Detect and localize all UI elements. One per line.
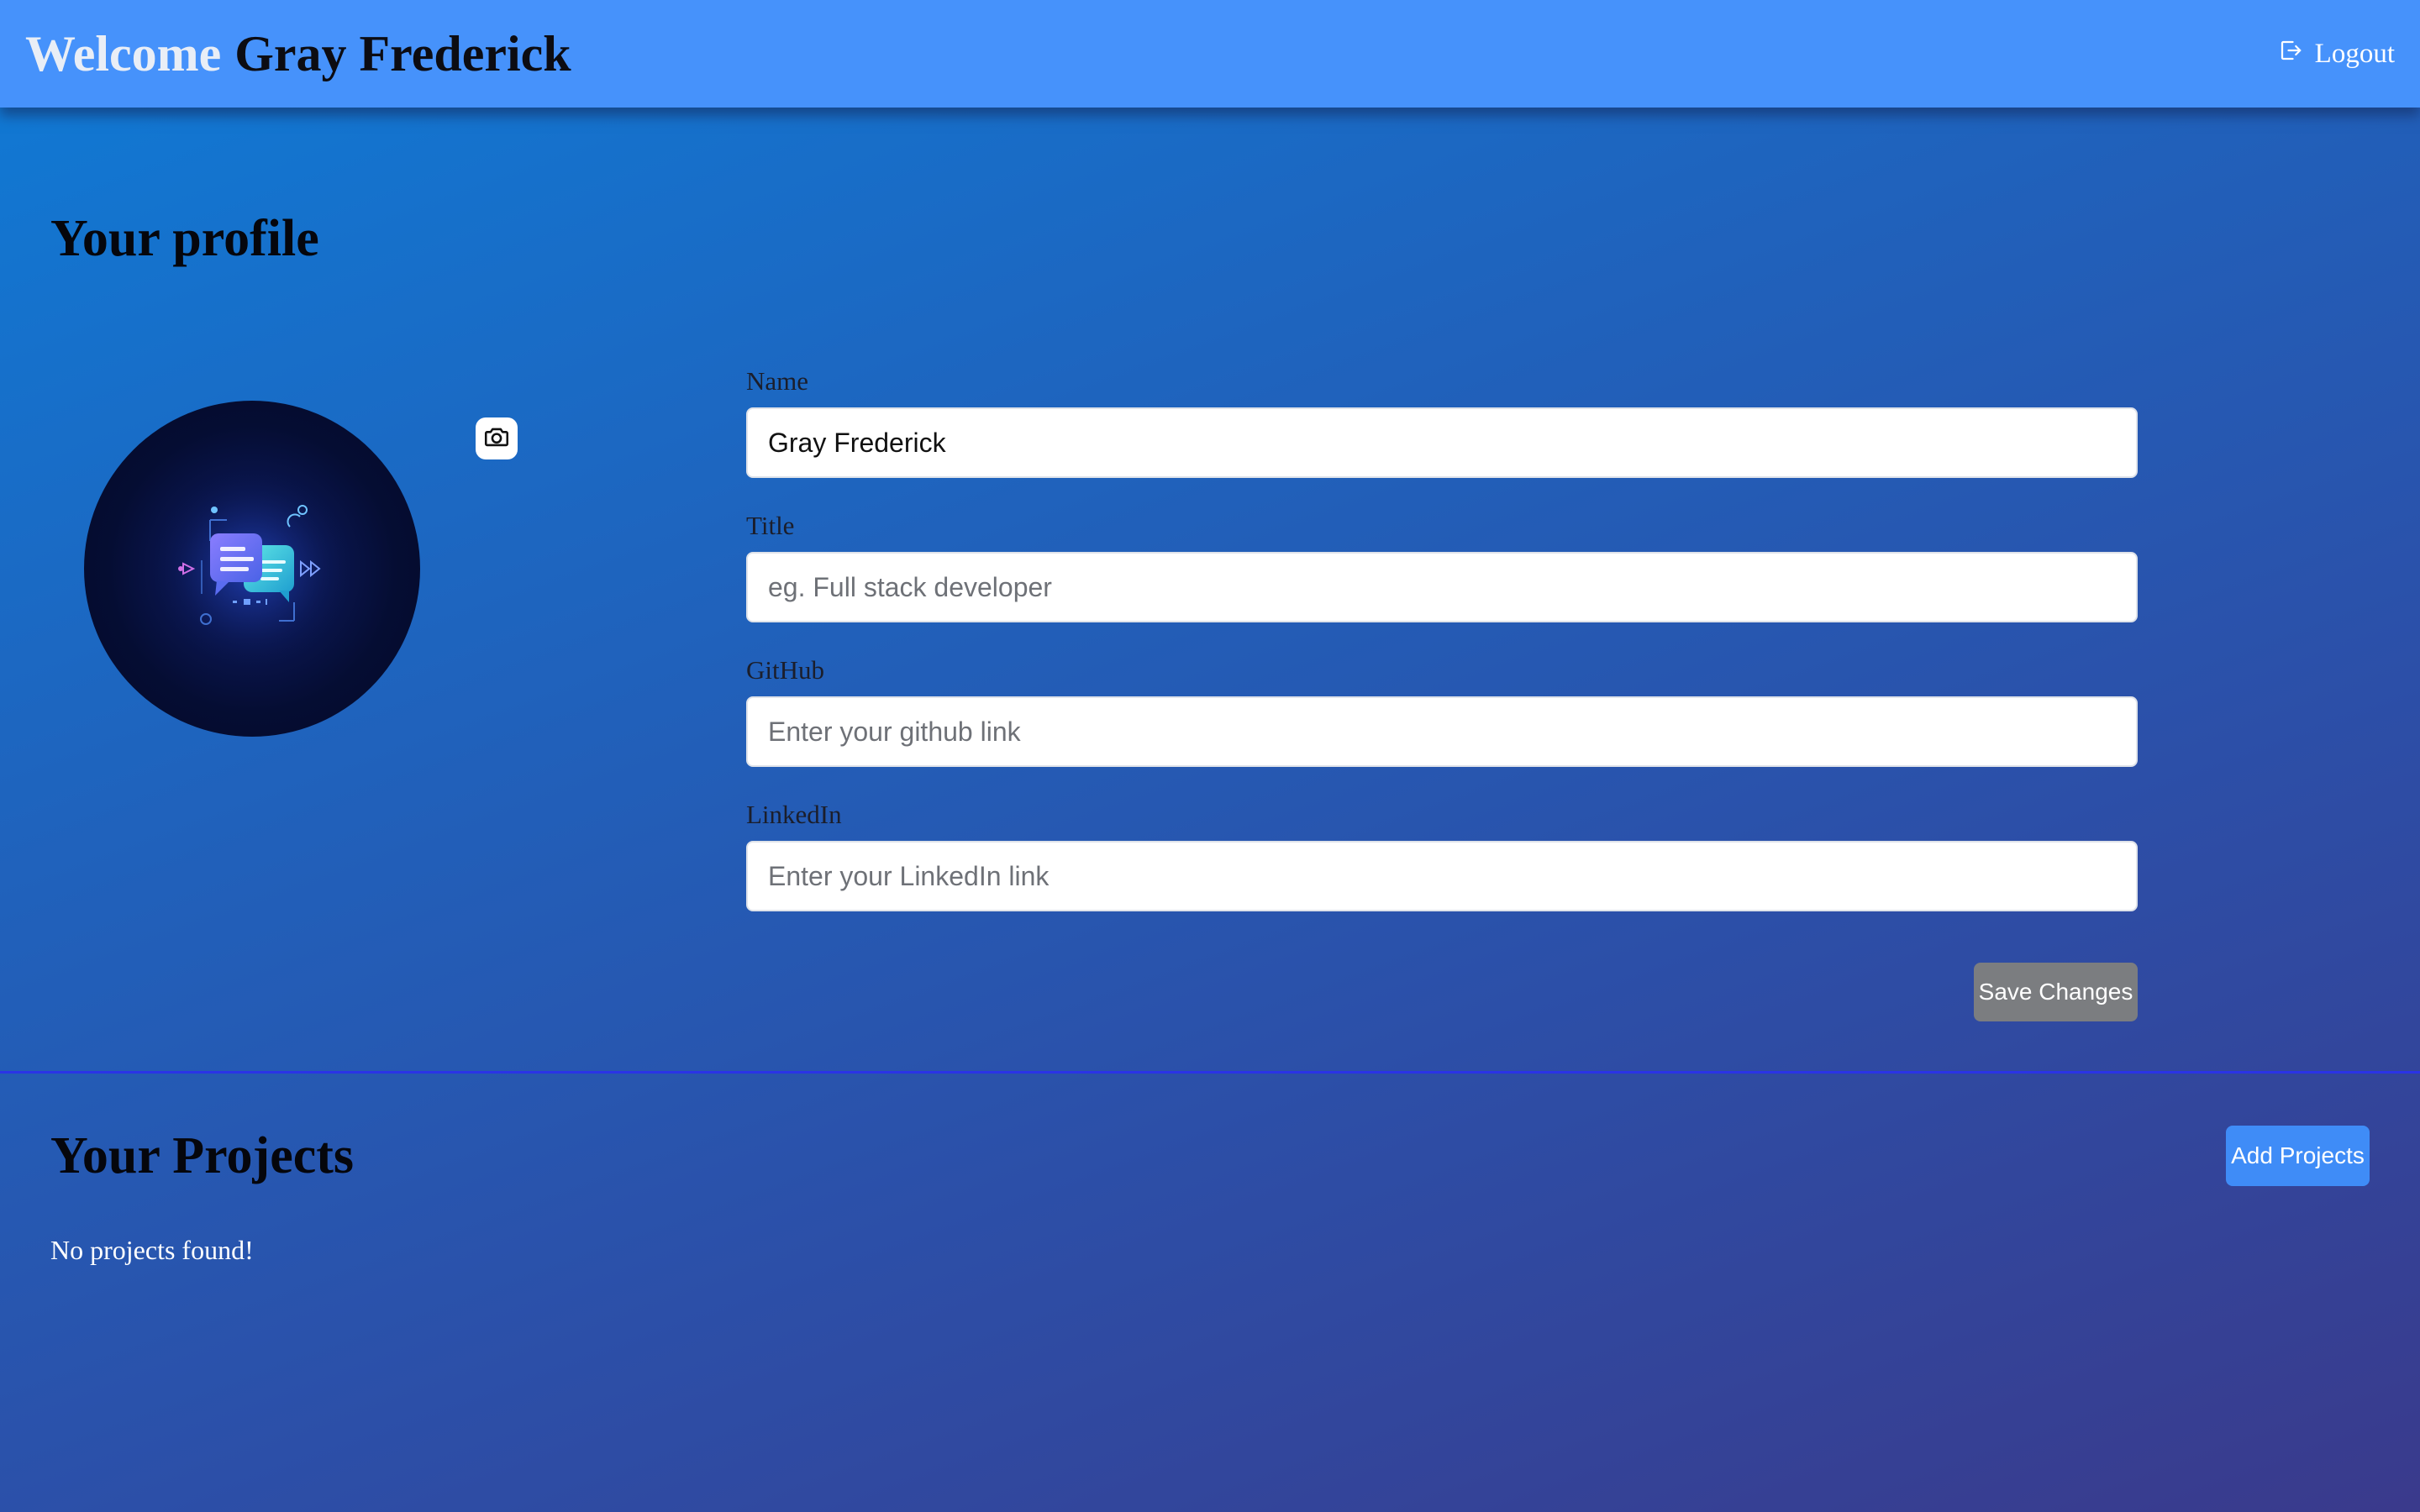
top-navbar: Welcome Gray Frederick Logout [0,0,2420,108]
no-projects-message: No projects found! [50,1235,254,1265]
save-changes-button[interactable]: Save Changes [1974,963,2138,1021]
change-avatar-button[interactable] [476,417,518,459]
welcome-heading: Welcome Gray Frederick [25,29,571,79]
welcome-user-name: Gray Frederick [234,26,571,81]
profile-section-title: Your profile [50,210,319,267]
title-label: Title [746,511,795,540]
name-label: Name [746,366,809,396]
logout-label: Logout [2314,38,2395,69]
title-input[interactable] [746,552,2138,622]
name-input[interactable] [746,407,2138,478]
camera-icon [482,423,511,455]
linkedin-input[interactable] [746,841,2138,911]
github-input[interactable] [746,696,2138,767]
chat-bubbles-illustration [143,459,361,678]
add-projects-button[interactable]: Add Projects [2226,1126,2370,1186]
profile-avatar [84,401,420,737]
projects-section-title: Your Projects [50,1127,355,1184]
github-label: GitHub [746,655,824,685]
logout-button[interactable]: Logout [2278,38,2395,71]
linkedin-label: LinkedIn [746,800,842,829]
logout-icon [2278,38,2303,71]
section-divider [0,1071,2420,1074]
welcome-greeting: Welcome [25,26,222,81]
